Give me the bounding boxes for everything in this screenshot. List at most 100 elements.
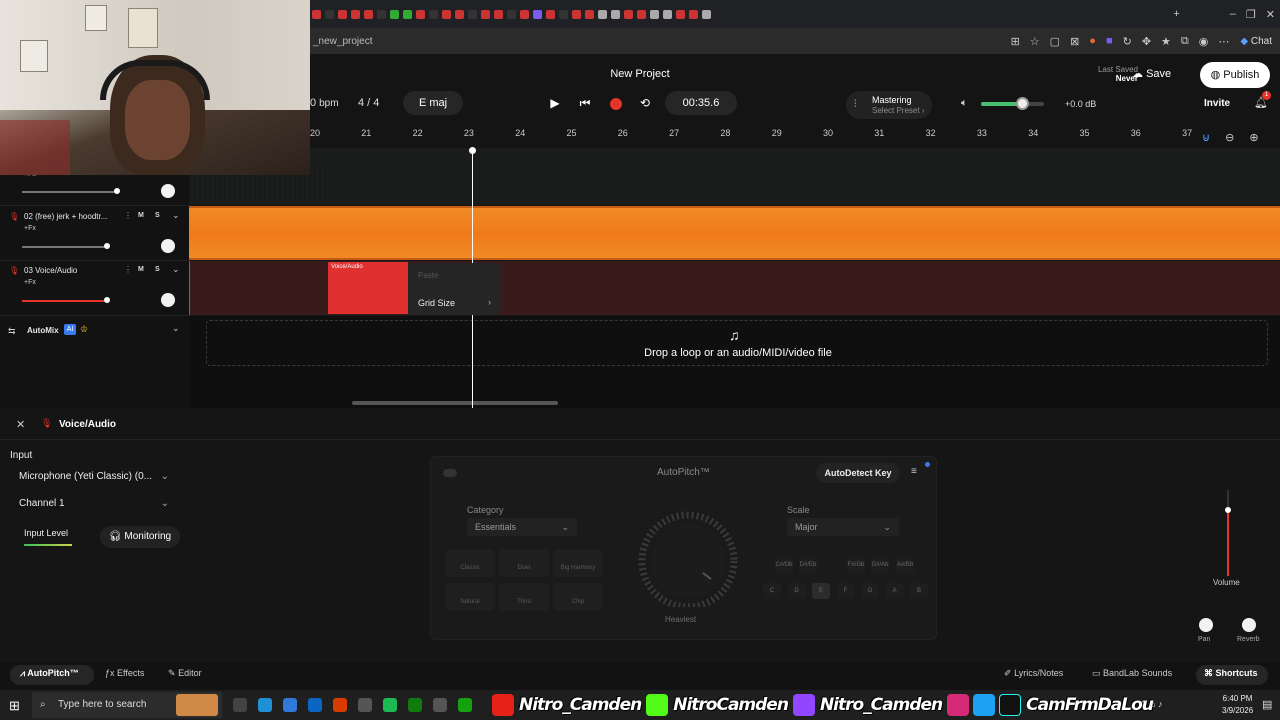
tab-favicon[interactable]: [702, 9, 711, 19]
key-accidental[interactable]: A#/Bb: [896, 557, 914, 573]
favorite-star-icon[interactable]: ☆: [1030, 35, 1040, 48]
tab-favicon[interactable]: [559, 9, 568, 19]
taskbar-app-icon[interactable]: [333, 698, 347, 712]
track1-lane[interactable]: [189, 148, 1280, 205]
close-icon[interactable]: ✕: [16, 418, 25, 431]
reverb-knob[interactable]: [1242, 618, 1256, 632]
pan-knob[interactable]: [1199, 618, 1213, 632]
track2-volume-knob[interactable]: [104, 243, 110, 249]
track1-pan-knob[interactable]: [161, 184, 175, 198]
tab-favicon[interactable]: [689, 9, 698, 19]
tab-favicon[interactable]: [611, 9, 620, 19]
lyrics-notes-button[interactable]: ✐ Lyrics/Notes: [1004, 668, 1063, 679]
key-natural[interactable]: A: [885, 583, 904, 599]
tab-favicon[interactable]: [338, 9, 347, 19]
puzzle-icon[interactable]: ✥: [1142, 35, 1151, 48]
taskbar-app-icon[interactable]: [358, 698, 372, 712]
track-lanes[interactable]: Voice/Audio: [189, 148, 1280, 408]
profile-avatar-icon[interactable]: ◉: [1199, 35, 1209, 48]
taskbar-clock[interactable]: 6:40 PM 3/9/2026: [1222, 693, 1253, 717]
tab-favicon[interactable]: [507, 9, 516, 19]
address-bar[interactable]: _new_project ⊞ ☆ ▢ ⊠ ● ■ ↻ ✥ ★ ⧉ ◉ ⋯ ◆ C…: [310, 28, 1280, 54]
autodetect-key-button[interactable]: AutoDetect Key: [816, 463, 900, 483]
tab-favicon[interactable]: [637, 9, 646, 19]
key-accidental[interactable]: C#/Db: [775, 557, 793, 573]
settings-sliders-icon[interactable]: ≡: [911, 466, 917, 477]
taskbar-app-icon[interactable]: [383, 698, 397, 712]
tab-favicon[interactable]: [546, 9, 555, 19]
tab-favicon[interactable]: [429, 9, 438, 19]
mastering-button[interactable]: ⫶ Mastering Select Preset ›: [846, 91, 932, 119]
publish-button[interactable]: ◍ Publish: [1200, 62, 1270, 88]
tab-favicon[interactable]: [598, 9, 607, 19]
amount-knob[interactable]: [633, 511, 743, 607]
track3-pan-knob[interactable]: [161, 293, 175, 307]
track3-more-icon[interactable]: ⋮: [124, 265, 132, 274]
collections-icon[interactable]: ⧉: [1181, 35, 1189, 48]
key-natural[interactable]: B: [910, 583, 928, 599]
system-tray-icons[interactable]: ⌃ ⌂ ♪: [1140, 699, 1162, 710]
record-button[interactable]: [610, 98, 622, 110]
key-natural[interactable]: F: [836, 583, 855, 599]
track3-volume-knob[interactable]: [104, 297, 110, 303]
tab-favicon[interactable]: [663, 9, 672, 19]
menu-dots-icon[interactable]: ⋯: [1218, 35, 1229, 48]
channel-select[interactable]: Channel 1 ⌄: [11, 493, 177, 515]
track3-mute[interactable]: M: [138, 266, 144, 273]
tab-favicon[interactable]: [650, 9, 659, 19]
tab-effects[interactable]: ƒx Effects: [105, 668, 144, 678]
time-signature[interactable]: 4 / 4: [358, 97, 379, 109]
taskbar-app-icon[interactable]: [433, 698, 447, 712]
key-natural[interactable]: E: [812, 583, 830, 599]
tab-favicon[interactable]: [455, 9, 464, 19]
track2-pan-knob[interactable]: [161, 239, 175, 253]
tab-favicon[interactable]: [572, 9, 581, 19]
project-title[interactable]: New Project: [600, 68, 680, 80]
track1-volume-slider[interactable]: [22, 191, 117, 193]
preset-button[interactable]: Duet: [499, 549, 549, 577]
track2-volume-slider[interactable]: [22, 246, 108, 248]
bpm-control[interactable]: 0 bpm: [310, 97, 339, 109]
drop-zone[interactable]: ♫ Drop a loop or an audio/MIDI/video fil…: [206, 320, 1268, 366]
refresh-icon[interactable]: ↻: [1123, 35, 1132, 48]
tab-favicon[interactable]: [403, 9, 412, 19]
extension-orange-icon[interactable]: ●: [1089, 35, 1096, 47]
tab-favicon[interactable]: [468, 9, 477, 19]
preset-button[interactable]: Big Harmony: [553, 549, 603, 577]
taskbar-app-icon[interactable]: [258, 698, 272, 712]
mic-icon[interactable]: 🎙︎: [9, 266, 19, 275]
tab-favicon[interactable]: [390, 9, 399, 19]
track1-volume-knob[interactable]: [114, 188, 120, 194]
bandlab-sounds-button[interactable]: ▭ BandLab Sounds: [1092, 668, 1172, 679]
minimize-icon[interactable]: –: [1230, 8, 1236, 20]
tab-favicon[interactable]: [416, 9, 425, 19]
tab-favicon[interactable]: [676, 9, 685, 19]
windows-start-icon[interactable]: ⊞: [9, 698, 20, 714]
taskbar-app-icon[interactable]: [408, 698, 422, 712]
key-accidental[interactable]: D#/Eb: [799, 557, 817, 573]
url-text[interactable]: _new_project: [313, 36, 372, 47]
track2-name[interactable]: 02 (free) jerk + hoodtr...: [24, 212, 120, 221]
chevron-down-icon[interactable]: ⌄: [172, 210, 180, 221]
taskbar-app-icon[interactable]: [233, 698, 247, 712]
speaker-mute-icon[interactable]: 🔈︎: [961, 97, 968, 110]
tab-favicon[interactable]: [533, 9, 542, 19]
mic-icon[interactable]: 🎙︎: [9, 212, 19, 221]
preset-button[interactable]: Classic: [445, 549, 495, 577]
extension-purple-icon[interactable]: ■: [1106, 35, 1113, 47]
key-button[interactable]: E maj: [403, 91, 463, 115]
tab-favicon[interactable]: [351, 9, 360, 19]
maximize-icon[interactable]: ❐: [1246, 8, 1256, 21]
save-button[interactable]: ☁ Save: [1132, 62, 1192, 86]
taskbar-app-icon[interactable]: [283, 698, 297, 712]
timeline-ruler[interactable]: 20 21 22 23 24 25 26 27 28 29 30 31 32 33 34 35 36 37: [310, 126, 1280, 148]
monitoring-button[interactable]: 🎧︎ Monitoring: [100, 526, 180, 548]
tab-strip[interactable]: [310, 9, 1168, 19]
tab-favicon[interactable]: [520, 9, 529, 19]
bookmark-icon[interactable]: ▢: [1050, 35, 1060, 48]
preset-button[interactable]: Chip: [553, 583, 603, 611]
autopitch-toggle[interactable]: [443, 469, 457, 477]
new-tab-icon[interactable]: +: [1173, 8, 1179, 20]
play-icon[interactable]: ▶: [545, 93, 565, 113]
track2-clip[interactable]: [189, 208, 1280, 258]
